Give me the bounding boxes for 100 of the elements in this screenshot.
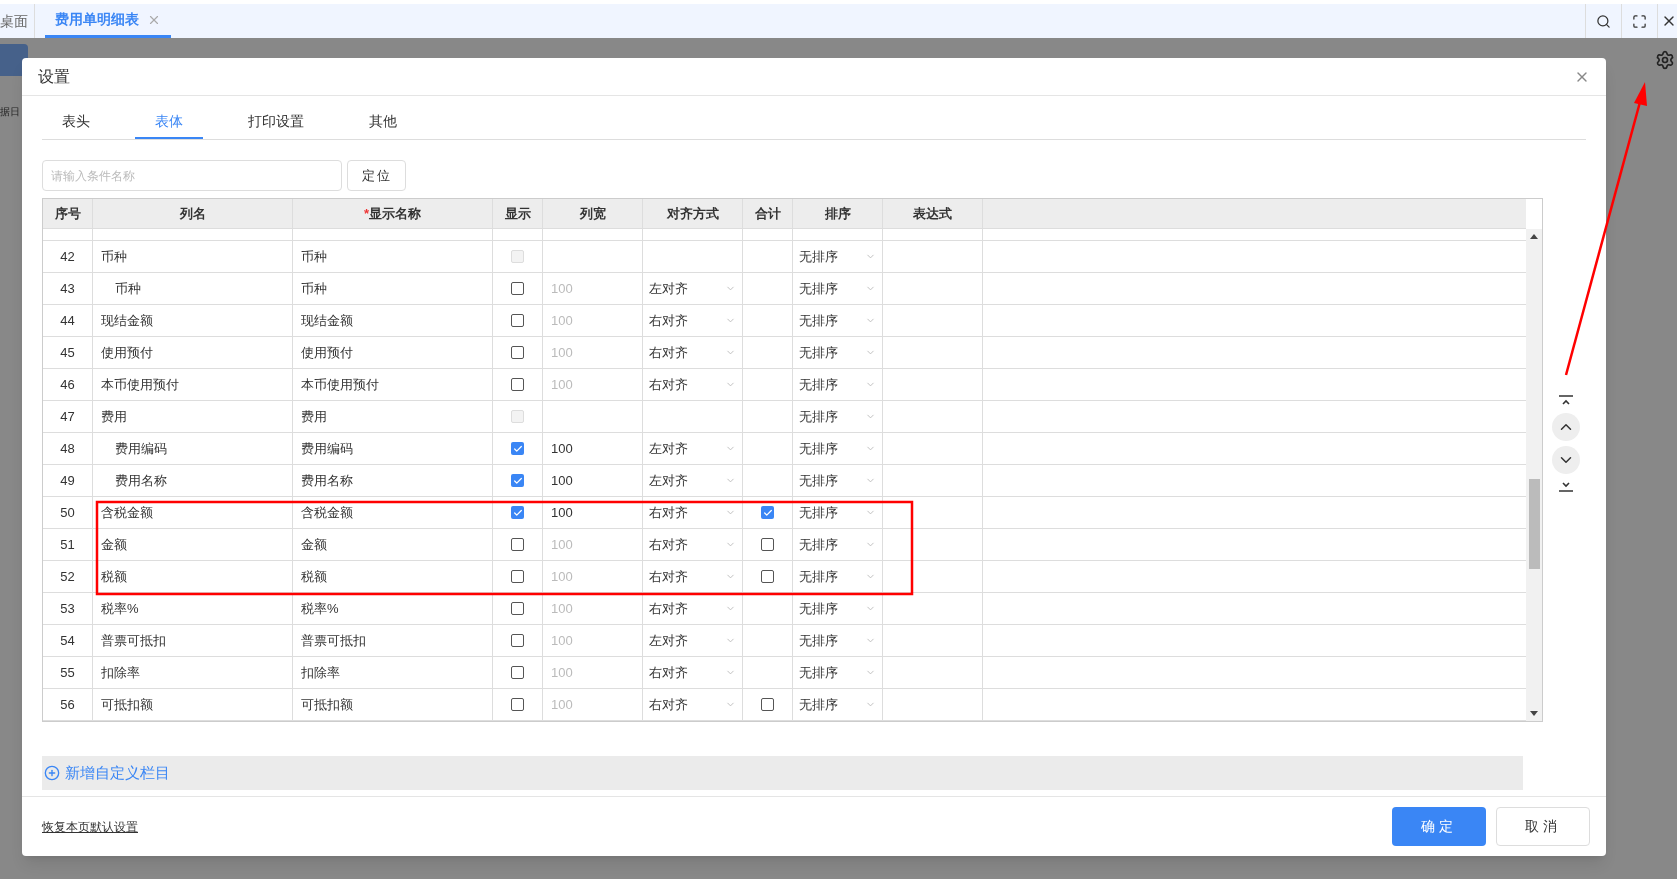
column-header: 显示 — [493, 199, 543, 228]
align-select[interactable]: 右对齐 — [649, 694, 736, 715]
align-select[interactable]: 左对齐 — [649, 630, 736, 651]
confirm-button[interactable]: 确定 — [1392, 807, 1486, 846]
checkbox[interactable] — [511, 506, 524, 519]
settings-icon[interactable] — [1655, 50, 1675, 70]
column-header: 列名 — [93, 199, 293, 228]
fullscreen-icon[interactable] — [1632, 13, 1647, 29]
align-select[interactable]: 右对齐 — [649, 502, 736, 523]
sort-select[interactable]: 无排序 — [799, 278, 876, 299]
cancel-button[interactable]: 取消 — [1496, 807, 1590, 846]
align-select[interactable]: 右对齐 — [649, 310, 736, 331]
align-select[interactable]: 左对齐 — [649, 438, 736, 459]
checkbox[interactable] — [511, 602, 524, 615]
align-select[interactable]: 右对齐 — [649, 374, 736, 395]
sort-select[interactable]: 无排序 — [799, 406, 876, 427]
sort-select[interactable]: 无排序 — [799, 502, 876, 523]
checkbox[interactable] — [511, 442, 524, 455]
row-number: 43 — [60, 279, 75, 298]
checkbox[interactable] — [511, 314, 524, 327]
sort-select[interactable]: 无排序 — [799, 374, 876, 395]
checkbox[interactable] — [511, 634, 524, 647]
checkbox[interactable] — [511, 698, 524, 711]
row-number: 50 — [60, 503, 75, 522]
sort-select[interactable]: 无排序 — [799, 470, 876, 491]
column-width[interactable]: 100 — [551, 502, 573, 523]
align-select[interactable]: 右对齐 — [649, 662, 736, 683]
sort-select[interactable]: 无排序 — [799, 534, 876, 555]
column-name: 本币使用预付 — [101, 375, 179, 394]
column-width[interactable]: 100 — [551, 470, 573, 491]
display-name: 币种 — [301, 247, 327, 266]
display-name: 普票可抵扣 — [301, 631, 366, 650]
scroll-to-bottom-icon[interactable] — [1557, 479, 1575, 493]
scroll-up-button[interactable] — [1552, 413, 1580, 441]
row-number: 55 — [60, 663, 75, 682]
align-select[interactable]: 左对齐 — [649, 278, 736, 299]
dialog-title: 设置 — [38, 66, 70, 87]
column-name: 现结金额 — [101, 311, 153, 330]
sort-select[interactable]: 无排序 — [799, 246, 876, 267]
column-name: 可抵扣额 — [101, 695, 153, 714]
sort-select[interactable]: 无排序 — [799, 694, 876, 715]
checkbox[interactable] — [511, 378, 524, 391]
page-tab[interactable]: 桌面 — [0, 4, 35, 38]
checkbox[interactable] — [511, 474, 524, 487]
display-name: 本币使用预付 — [301, 375, 379, 394]
column-header: 表达式 — [883, 199, 983, 228]
locate-button[interactable]: 定位 — [347, 160, 406, 191]
row-number: 54 — [60, 631, 75, 650]
display-name: 含税金额 — [301, 503, 353, 522]
align-select[interactable]: 左对齐 — [649, 470, 736, 491]
search-icon[interactable] — [1596, 13, 1611, 29]
tab[interactable]: 打印设置 — [228, 105, 324, 139]
row-number: 51 — [60, 535, 75, 554]
sort-select[interactable]: 无排序 — [799, 438, 876, 459]
checkbox[interactable] — [761, 538, 774, 551]
sort-select[interactable]: 无排序 — [799, 598, 876, 619]
row-number: 56 — [60, 695, 75, 714]
checkbox[interactable] — [511, 538, 524, 551]
scroll-down-button[interactable] — [1552, 446, 1580, 474]
column-width[interactable]: 100 — [551, 438, 573, 459]
tab[interactable]: 其他 — [349, 105, 417, 139]
align-select[interactable]: 右对齐 — [649, 342, 736, 363]
column-header: 排序 — [793, 199, 883, 228]
column-header: 合计 — [743, 199, 793, 228]
align-select[interactable]: 右对齐 — [649, 598, 736, 619]
checkbox[interactable] — [761, 570, 774, 583]
column-name: 扣除率 — [101, 663, 140, 682]
row-number: 46 — [60, 375, 75, 394]
sort-select[interactable]: 无排序 — [799, 566, 876, 587]
column-name: 税额 — [101, 567, 127, 586]
display-name: 使用预付 — [301, 343, 353, 362]
tab[interactable]: 表体 — [135, 105, 203, 139]
row-number: 48 — [60, 439, 75, 458]
display-name: 税额 — [301, 567, 327, 586]
checkbox[interactable] — [511, 282, 524, 295]
checkbox[interactable] — [761, 698, 774, 711]
sort-select[interactable]: 无排序 — [799, 342, 876, 363]
display-name: 费用 — [301, 407, 327, 426]
display-name: 税率% — [301, 599, 339, 618]
column-header: *显示名称 — [293, 199, 493, 228]
align-select[interactable]: 右对齐 — [649, 566, 736, 587]
row-number: 53 — [60, 599, 75, 618]
align-select[interactable]: 右对齐 — [649, 534, 736, 555]
column-name: 币种 — [115, 279, 141, 298]
row-number: 44 — [60, 311, 75, 330]
column-header: 列宽 — [543, 199, 643, 228]
column-name: 普票可抵扣 — [101, 631, 166, 650]
checkbox[interactable] — [511, 346, 524, 359]
checkbox[interactable] — [761, 506, 774, 519]
tab[interactable]: 表头 — [42, 105, 110, 139]
background-label: 据日 — [0, 105, 20, 119]
checkbox[interactable] — [511, 666, 524, 679]
reset-defaults-link[interactable]: 恢复本页默认设置 — [42, 817, 138, 836]
checkbox[interactable] — [511, 570, 524, 583]
column-name: 使用预付 — [101, 343, 153, 362]
search-field[interactable]: 请输入条件名称 — [42, 160, 342, 191]
row-number: 45 — [60, 343, 75, 362]
sort-select[interactable]: 无排序 — [799, 662, 876, 683]
sort-select[interactable]: 无排序 — [799, 310, 876, 331]
sort-select[interactable]: 无排序 — [799, 630, 876, 651]
